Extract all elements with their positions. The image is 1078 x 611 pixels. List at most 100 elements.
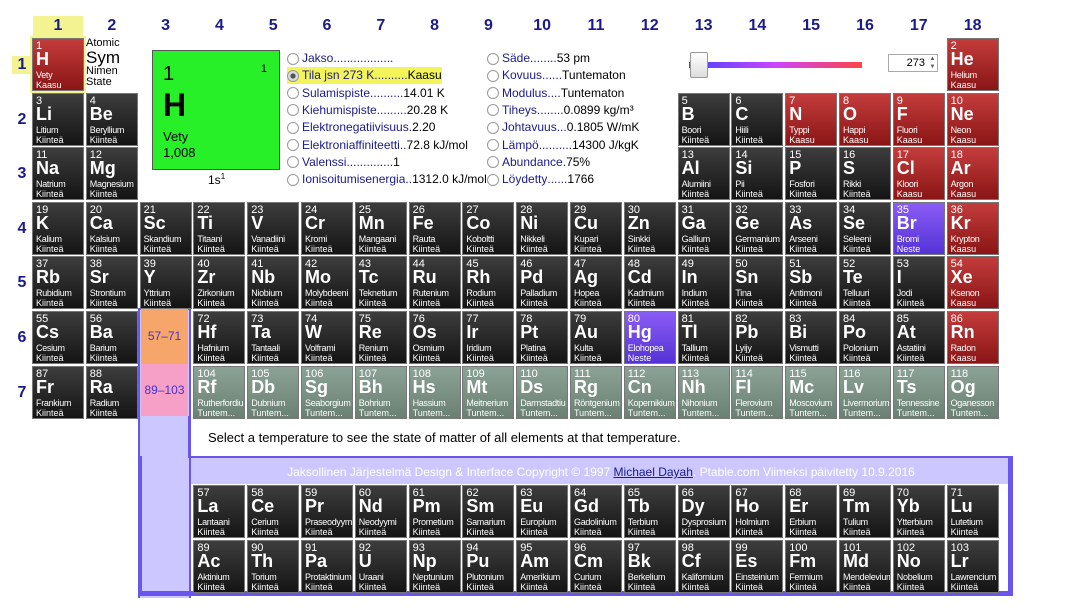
group-header-10[interactable]: 10 (517, 16, 567, 36)
radio-icon[interactable] (287, 69, 299, 82)
element-V[interactable]: 23 V Vanadiini Kiinteä (247, 201, 300, 255)
period-header-6[interactable]: 6 (12, 329, 32, 347)
element-Br[interactable]: 35 Br Bromi Neste (892, 201, 945, 255)
element-F[interactable]: 9 F Fluori Kaasu (892, 92, 945, 146)
element-Ac[interactable]: 89 Ac Aktinium Kiinteä (193, 540, 246, 593)
element-Lu[interactable]: 71 Lu Lutetium Kiinteä (946, 485, 999, 538)
element-Ag[interactable]: 47 Ag Hopea Kiinteä (570, 256, 622, 310)
property-label[interactable]: Sulamispiste (302, 85, 370, 102)
property-right-4[interactable]: Johtavuus... 0.1805 W/mK (487, 119, 639, 136)
element-Ni[interactable]: 28 Ni Nikkeli Kiinteä (516, 201, 569, 255)
element-Kr[interactable]: 36 Kr Krypton Kaasu (946, 201, 999, 255)
radio-icon[interactable] (287, 156, 299, 169)
group-header-6[interactable]: 6 (302, 16, 352, 36)
group-header-13[interactable]: 13 (679, 16, 729, 36)
element-Se[interactable]: 34 Se Seleeni Kiinteä (839, 201, 891, 255)
radio-icon[interactable] (487, 87, 499, 100)
element-Cr[interactable]: 24 Cr Kromi Kiinteä (301, 201, 353, 255)
element-Am[interactable]: 95 Am Amerikium Kiinteä (516, 540, 569, 593)
element-Co[interactable]: 27 Co Koboltti Kiinteä (462, 201, 515, 255)
radio-icon[interactable] (487, 173, 499, 186)
element-Be[interactable]: 4 Be Beryllium Kiinteä (85, 92, 138, 146)
element-At[interactable]: 85 At Astatiini Kiinteä (892, 311, 945, 364)
element-Ra[interactable]: 88 Ra Radium Kiinteä (85, 365, 138, 419)
element-Mg[interactable]: 12 Mg Magnesium Kiinteä (85, 147, 138, 201)
element-Er[interactable]: 68 Er Erbium Kiinteä (785, 485, 838, 538)
property-label[interactable]: Johtavuus (502, 119, 557, 136)
element-Cu[interactable]: 29 Cu Kupari Kiinteä (570, 201, 622, 255)
element-Cd[interactable]: 48 Cd Kadmium Kiinteä (623, 256, 676, 310)
element-Ar[interactable]: 18 Ar Argon Kaasu (946, 147, 999, 201)
group-header-18[interactable]: 18 (948, 16, 998, 36)
element-Mo[interactable]: 42 Mo Molybdeeni Kiinteä (301, 256, 353, 310)
period-header-4[interactable]: 4 (12, 220, 32, 238)
group-header-5[interactable]: 5 (248, 16, 298, 36)
radio-icon[interactable] (487, 139, 499, 151)
property-right-7[interactable]: Löydetty...... 1766 (487, 171, 594, 188)
group-header-17[interactable]: 17 (894, 16, 944, 36)
property-right-3[interactable]: Tiheys........ 0.0899 kg/m³ (487, 102, 634, 119)
element-As[interactable]: 33 As Arseeni Kiinteä (785, 201, 838, 255)
element-Pd[interactable]: 46 Pd Palladium Kiinteä (516, 256, 569, 310)
property-label[interactable]: Lämpö (502, 137, 539, 154)
group-header-12[interactable]: 12 (625, 16, 675, 36)
radio-icon[interactable] (487, 104, 499, 117)
property-right-1[interactable]: Kovuus...... Tuntematon (487, 67, 626, 84)
element-Gd[interactable]: 64 Gd Gadolinium Kiinteä (570, 485, 622, 538)
element-W[interactable]: 74 W Volframi Kiinteä (301, 311, 353, 364)
element-Ds[interactable]: 110 Ds Darmstadtiu Tuntem... (516, 365, 569, 419)
element-Te[interactable]: 52 Te Telluuri Kiinteä (839, 256, 891, 310)
element-Rg[interactable]: 111 Rg Röntgenium Tuntem... (570, 365, 622, 419)
element-Li[interactable]: 3 Li Litium Kiinteä (32, 92, 84, 146)
element-Md[interactable]: 101 Md Mendelevium Kiinteä (839, 540, 891, 593)
property-label[interactable]: Säde (502, 50, 530, 67)
element-Lr[interactable]: 103 Lr Lawrencium Kiinteä (946, 540, 999, 593)
property-right-6[interactable]: Abundance. 75% (487, 154, 590, 171)
property-label[interactable]: Kovuus (502, 67, 542, 84)
element-Ce[interactable]: 58 Ce Cerium Kiinteä (247, 485, 300, 538)
group-header-3[interactable]: 3 (141, 16, 191, 36)
element-Pt[interactable]: 78 Pt Platina Kiinteä (516, 311, 569, 364)
element-Yb[interactable]: 70 Yb Ytterbium Kiinteä (892, 485, 945, 538)
element-Rf[interactable]: 104 Rf Rutherfordiu Tuntem... (193, 365, 246, 419)
element-Fl[interactable]: 114 Fl Flerovium Tuntem... (731, 365, 784, 419)
property-label[interactable]: Tila jsn 273 K (302, 67, 374, 84)
element-Nd[interactable]: 60 Nd Neodyymi Kiinteä (354, 485, 407, 538)
property-left-5[interactable]: Elektroniaffiniteetti.. 72.8 kJ/mol (287, 137, 468, 154)
radio-icon[interactable] (487, 121, 499, 134)
element-Zr[interactable]: 40 Zr Zirkonium Kiinteä (193, 256, 246, 310)
element-Ru[interactable]: 44 Ru Rutenium Kiinteä (408, 256, 461, 310)
element-Bh[interactable]: 107 Bh Bohrium Tuntem... (354, 365, 407, 419)
property-label[interactable]: Modulus (502, 85, 547, 102)
element-Hs[interactable]: 108 Hs Hassium Tuntem... (408, 365, 461, 419)
element-Zn[interactable]: 30 Zn Sinkki Kiinteä (623, 201, 676, 255)
element-O[interactable]: 8 O Happi Kaasu (839, 92, 891, 146)
element-U[interactable]: 92 U Uraani Kiinteä (354, 540, 407, 593)
element-Sn[interactable]: 50 Sn Tina Kiinteä (731, 256, 784, 310)
element-Db[interactable]: 105 Db Dubnium Tuntem... (247, 365, 300, 419)
radio-icon[interactable] (287, 104, 299, 117)
property-left-3[interactable]: Kiehumispiste......... 20.28 K (287, 102, 448, 119)
element-Ho[interactable]: 67 Ho Holmium Kiinteä (731, 485, 784, 538)
element-Tc[interactable]: 43 Tc Teknetium Kiinteä (354, 256, 407, 310)
element-Pm[interactable]: 61 Pm Prometium Kiinteä (408, 485, 461, 538)
radio-icon[interactable] (487, 52, 499, 65)
element-He[interactable]: 2 He Helium Kaasu (946, 38, 999, 91)
element-Tm[interactable]: 69 Tm Tulium Kiinteä (839, 485, 891, 538)
property-label[interactable]: Abundance (502, 154, 563, 171)
radio-icon[interactable] (287, 121, 299, 134)
element-Na[interactable]: 11 Na Natrium Kiinteä (32, 147, 84, 201)
element-Bi[interactable]: 83 Bi Vismutti Kiinteä (785, 311, 838, 364)
property-label[interactable]: Valenssi (302, 154, 346, 171)
period-header-2[interactable]: 2 (12, 111, 32, 129)
radio-icon[interactable] (287, 139, 299, 151)
element-C[interactable]: 6 C Hiili Kiinteä (731, 92, 784, 146)
element-Ts[interactable]: 117 Ts Tennessine Tuntem... (892, 365, 945, 419)
element-Mc[interactable]: 115 Mc Moscovium Tuntem... (785, 365, 838, 419)
element-Bk[interactable]: 97 Bk Berkelium Kiinteä (623, 540, 676, 593)
element-Pb[interactable]: 82 Pb Lyijy Kiinteä (731, 311, 784, 364)
group-header-8[interactable]: 8 (410, 16, 460, 36)
element-Ca[interactable]: 20 Ca Kalsium Kiinteä (85, 201, 138, 255)
element-Sb[interactable]: 51 Sb Antimoni Kiinteä (785, 256, 838, 310)
element-Mn[interactable]: 25 Mn Mangaani Kiinteä (354, 201, 407, 255)
